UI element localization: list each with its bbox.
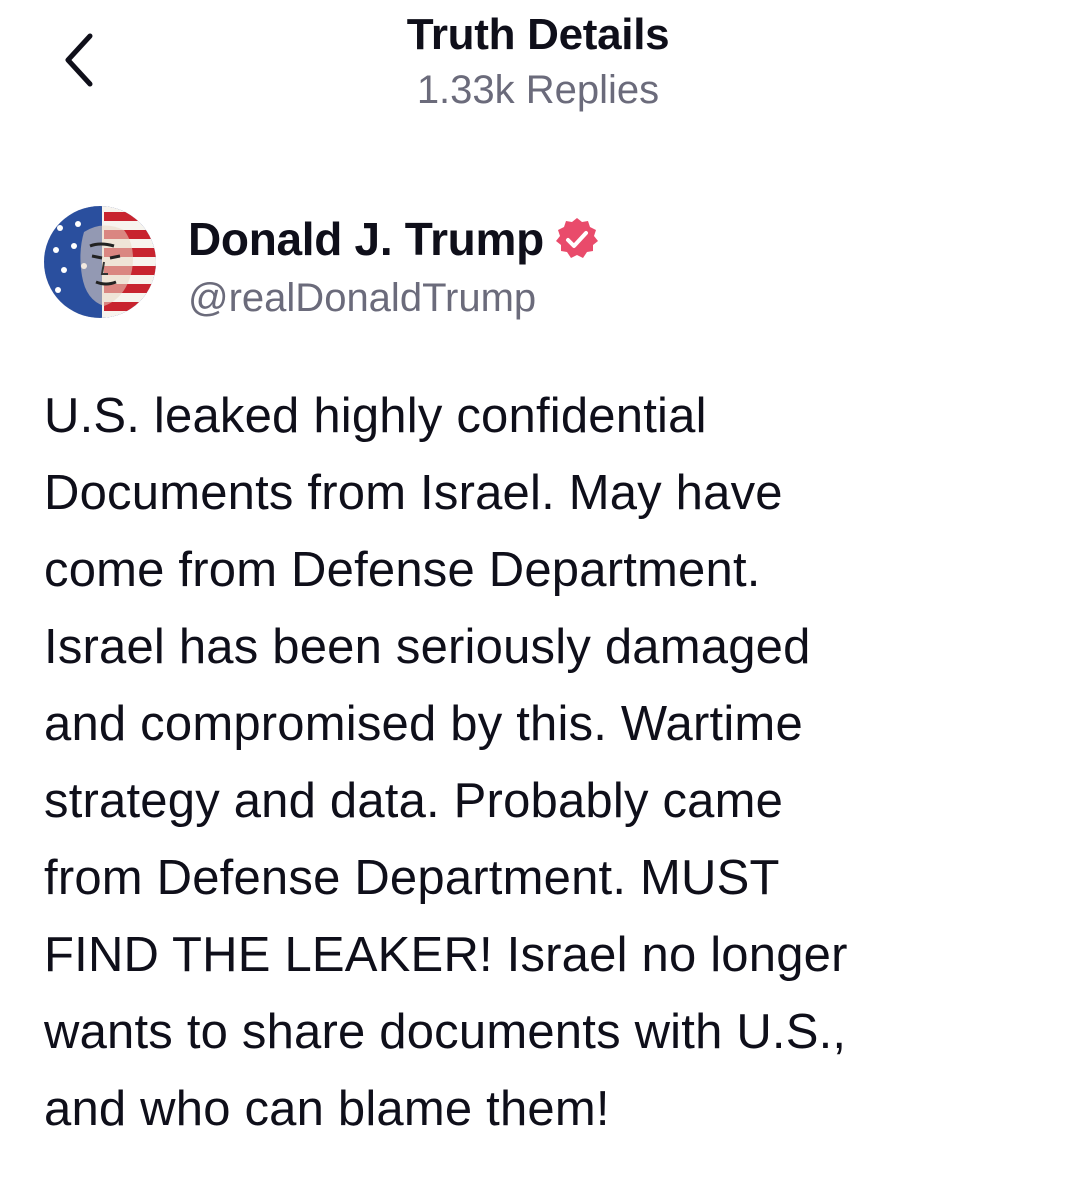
page-title: Truth Details — [406, 10, 670, 59]
post-line: and compromised by this. Wartime — [44, 697, 803, 751]
post-line: Documents from Israel. May have — [44, 466, 783, 520]
author-name-row[interactable]: Donald J. Trump — [188, 212, 600, 266]
post-line: FIND THE LEAKER! Israel no longer — [44, 928, 848, 982]
verified-badge-icon — [554, 216, 600, 262]
avatar-image — [44, 206, 156, 318]
replies-count[interactable]: 1.33k Replies — [0, 68, 1076, 113]
post-line: strategy and data. Probably came — [44, 774, 784, 828]
post-text: U.S. leaked highly confidential Document… — [44, 378, 1044, 1148]
avatar[interactable] — [44, 206, 156, 318]
author-name[interactable]: Donald J. Trump — [188, 212, 544, 266]
post-line: from Defense Department. MUST — [44, 851, 780, 905]
post-line: come from Defense Department. — [44, 543, 761, 597]
author-handle[interactable]: @realDonaldTrump — [188, 276, 536, 321]
post-line: U.S. leaked highly confidential — [44, 389, 707, 443]
author-block: Donald J. Trump @realDonaldTrump — [44, 206, 1034, 322]
post-line: and who can blame them! — [44, 1082, 610, 1136]
post-line: Israel has been seriously damaged — [44, 620, 811, 674]
post-line: wants to share documents with U.S., — [44, 1005, 847, 1059]
top-bar: Truth Details 1.33k Replies — [0, 0, 1076, 140]
